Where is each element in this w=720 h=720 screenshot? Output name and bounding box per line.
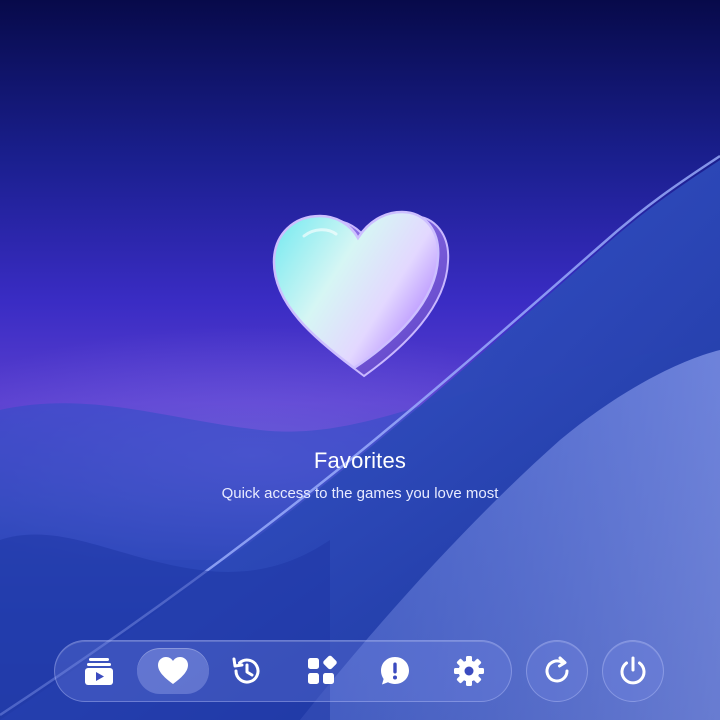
settings-button[interactable] (433, 648, 505, 694)
feedback-button[interactable] (359, 648, 431, 694)
history-button[interactable] (211, 648, 283, 694)
library-play-icon (85, 658, 113, 685)
apps-button[interactable] (285, 648, 357, 694)
refresh-button[interactable] (526, 640, 588, 702)
power-button[interactable] (602, 640, 664, 702)
hero-section: Favorites Quick access to the games you … (0, 0, 720, 720)
heart-icon (158, 657, 188, 684)
alert-bubble-icon (381, 657, 409, 685)
favorites-screen: Favorites Quick access to the games you … (0, 0, 720, 720)
library-button[interactable] (63, 648, 135, 694)
bottom-dock (54, 640, 512, 702)
favorites-button[interactable] (137, 648, 209, 694)
history-icon (232, 657, 260, 684)
power-icon (620, 656, 646, 685)
gear-icon (454, 656, 484, 686)
refresh-icon (545, 656, 569, 683)
apps-grid-icon (308, 655, 337, 684)
heart-icon (272, 210, 450, 378)
page-subtitle: Quick access to the games you love most (221, 485, 499, 502)
page-title: Favorites (313, 448, 407, 473)
